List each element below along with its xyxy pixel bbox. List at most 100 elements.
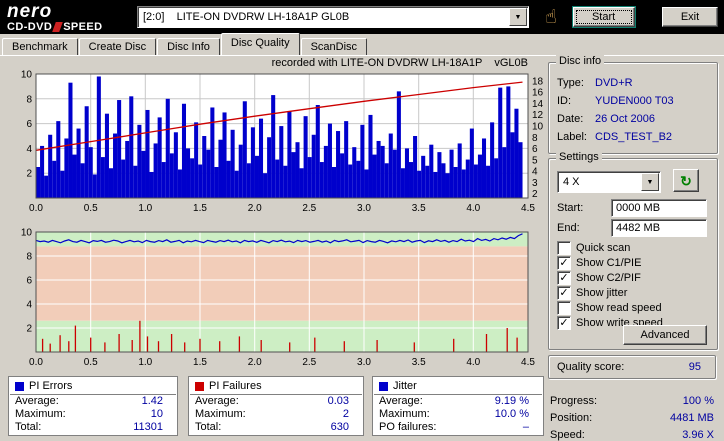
svg-text:12: 12 — [532, 110, 544, 121]
disc-id-label: ID: — [557, 95, 572, 107]
pi-failures-panel-title: PI Failures — [209, 380, 262, 392]
tab-scandisc[interactable]: ScanDisc — [300, 38, 368, 55]
svg-text:10: 10 — [21, 70, 33, 81]
average-label: Average: — [195, 395, 239, 407]
speed-value: 3.96 X — [682, 428, 714, 441]
maximum-label: Maximum: — [379, 408, 430, 420]
speed-label: Speed: — [550, 428, 585, 441]
svg-text:0.5: 0.5 — [84, 203, 98, 214]
pi-errors-panel-title: PI Errors — [29, 380, 73, 392]
logo-nero-text: nero — [7, 0, 53, 22]
settings-title: Settings — [556, 151, 602, 163]
disc-type-value: DVD+R — [595, 77, 633, 89]
refresh-icon: ↻ — [680, 172, 692, 189]
checkbox-quick-scan-label: Quick scan — [576, 242, 631, 254]
total-label: Total: — [15, 421, 42, 433]
svg-text:4.0: 4.0 — [466, 357, 480, 368]
jitter-legend-square — [379, 381, 388, 391]
disc-label-label: Label: — [557, 131, 587, 143]
settings-group: Settings 4 X ▼ ↻ Start: 0000 MB End: 448… — [548, 151, 718, 350]
disc-id-value: YUDEN000 T03 — [595, 95, 674, 107]
maximum-value: 2 — [342, 408, 349, 420]
svg-text:8: 8 — [532, 133, 538, 144]
checkbox-show-read-speed-label: Show read speed — [576, 302, 662, 314]
disc-info-title: Disc info — [556, 55, 605, 67]
checkbox-show-c2-pif-label: Show C2/PIF — [576, 272, 641, 284]
jitter-panel-title: Jitter — [393, 380, 417, 392]
start-position-label: Start: — [557, 202, 584, 214]
svg-text:3.0: 3.0 — [357, 203, 371, 214]
jitter-chart: 0.0 0.5 1.0 1.5 2.0 2.5 3.0 3.5 4.0 4.5 10 8 6 4 2 — [21, 228, 536, 369]
logo-speed-text: SPEED — [63, 20, 103, 33]
progress-panel: Progress: 100 % Position: 4481 MB Speed: 3.… — [548, 392, 716, 441]
svg-text:8: 8 — [26, 94, 32, 105]
pi-errors-legend-square — [15, 381, 24, 391]
app-window: nero CD-DVD SPEED [2:0] LITE-ON DVDRW LH… — [0, 0, 724, 441]
speed-select[interactable]: 4 X ▼ — [557, 171, 661, 193]
drive-select[interactable]: [2:0] LITE-ON DVDRW LH-18A1P GL0B ▼ — [137, 6, 529, 28]
disc-type-label: Type: — [557, 77, 584, 89]
svg-text:1.0: 1.0 — [138, 357, 152, 368]
svg-text:0.0: 0.0 — [29, 357, 43, 368]
tab-disc-quality[interactable]: Disc Quality — [220, 33, 300, 55]
start-position-field[interactable]: 0000 MB — [611, 199, 707, 217]
checkbox-show-c1-pie[interactable]: ✓ — [557, 256, 571, 270]
checkbox-show-jitter[interactable]: ✓ — [557, 286, 571, 300]
svg-text:4: 4 — [532, 167, 538, 178]
svg-text:4.5: 4.5 — [521, 357, 535, 368]
average-value: 9.19 % — [494, 395, 529, 407]
dropdown-arrow-icon[interactable]: ▼ — [641, 173, 659, 191]
drive-select-value: [2:0] LITE-ON DVDRW LH-18A1P GL0B — [143, 11, 350, 23]
advanced-button[interactable]: Advanced — [623, 325, 707, 345]
hand-pointer-icon[interactable]: ☝ — [545, 6, 557, 29]
total-value: 11301 — [133, 421, 163, 433]
svg-text:18: 18 — [532, 76, 544, 87]
checkbox-show-c2-pif[interactable]: ✓ — [557, 271, 571, 285]
svg-text:10: 10 — [532, 122, 544, 133]
maximum-value: 10 — [150, 408, 163, 420]
svg-text:1.0: 1.0 — [138, 203, 152, 214]
pi-errors-panel: PI Errors Average: 1.42 Maximum: 10 Total:… — [8, 376, 178, 436]
content-top-edge — [0, 55, 724, 56]
exit-button[interactable]: Exit — [662, 7, 718, 27]
logo-cddvd-text: CD-DVD — [7, 20, 53, 33]
checkbox-show-read-speed[interactable]: ✓ — [557, 301, 571, 315]
tab-create-disc[interactable]: Create Disc — [78, 38, 157, 55]
tab-benchmark[interactable]: Benchmark — [2, 38, 78, 55]
progress-label: Progress: — [550, 394, 598, 407]
checkbox-quick-scan[interactable]: ✓ — [557, 241, 571, 255]
quality-score-label: Quality score: — [557, 361, 625, 373]
app-logo: nero CD-DVD SPEED — [0, 2, 129, 33]
po-failures-label: PO failures: — [379, 421, 437, 433]
svg-text:2: 2 — [26, 324, 32, 335]
disc-label-value: CDS_TEST_B2 — [595, 131, 673, 143]
pi-failures-legend-square — [195, 381, 204, 391]
svg-text:3.0: 3.0 — [357, 357, 371, 368]
svg-text:16: 16 — [532, 88, 544, 99]
svg-text:3.5: 3.5 — [412, 203, 426, 214]
svg-text:1.5: 1.5 — [193, 357, 207, 368]
svg-text:6: 6 — [532, 144, 538, 155]
start-button[interactable]: Start — [572, 7, 635, 27]
maximum-value: 10.0 % — [494, 408, 529, 420]
dropdown-arrow-icon[interactable]: ▼ — [509, 8, 527, 26]
svg-text:2: 2 — [26, 169, 32, 180]
refresh-button[interactable]: ↻ — [673, 169, 699, 192]
checkbox-show-write-speed[interactable]: ✓ — [557, 316, 571, 330]
position-label: Position: — [550, 411, 593, 424]
end-position-field[interactable]: 4482 MB — [611, 219, 707, 237]
tab-disc-info[interactable]: Disc Info — [157, 38, 220, 55]
total-label: Total: — [195, 421, 222, 433]
position-value: 4481 MB — [669, 411, 714, 424]
pi-failures-panel: PI Failures Average: 0.03 Maximum: 2 Total… — [188, 376, 364, 436]
tab-bar: Benchmark Create Disc Disc Info Disc Qua… — [0, 33, 724, 55]
average-label: Average: — [15, 395, 59, 407]
svg-text:8: 8 — [26, 252, 32, 263]
svg-text:14: 14 — [532, 99, 544, 110]
disc-date-label: Date: — [557, 113, 584, 125]
svg-text:1.5: 1.5 — [193, 203, 207, 214]
svg-text:2.0: 2.0 — [248, 203, 262, 214]
average-label: Average: — [379, 395, 423, 407]
svg-text:4.0: 4.0 — [466, 203, 480, 214]
disc-date-value: 26 Oct 2006 — [595, 113, 655, 125]
